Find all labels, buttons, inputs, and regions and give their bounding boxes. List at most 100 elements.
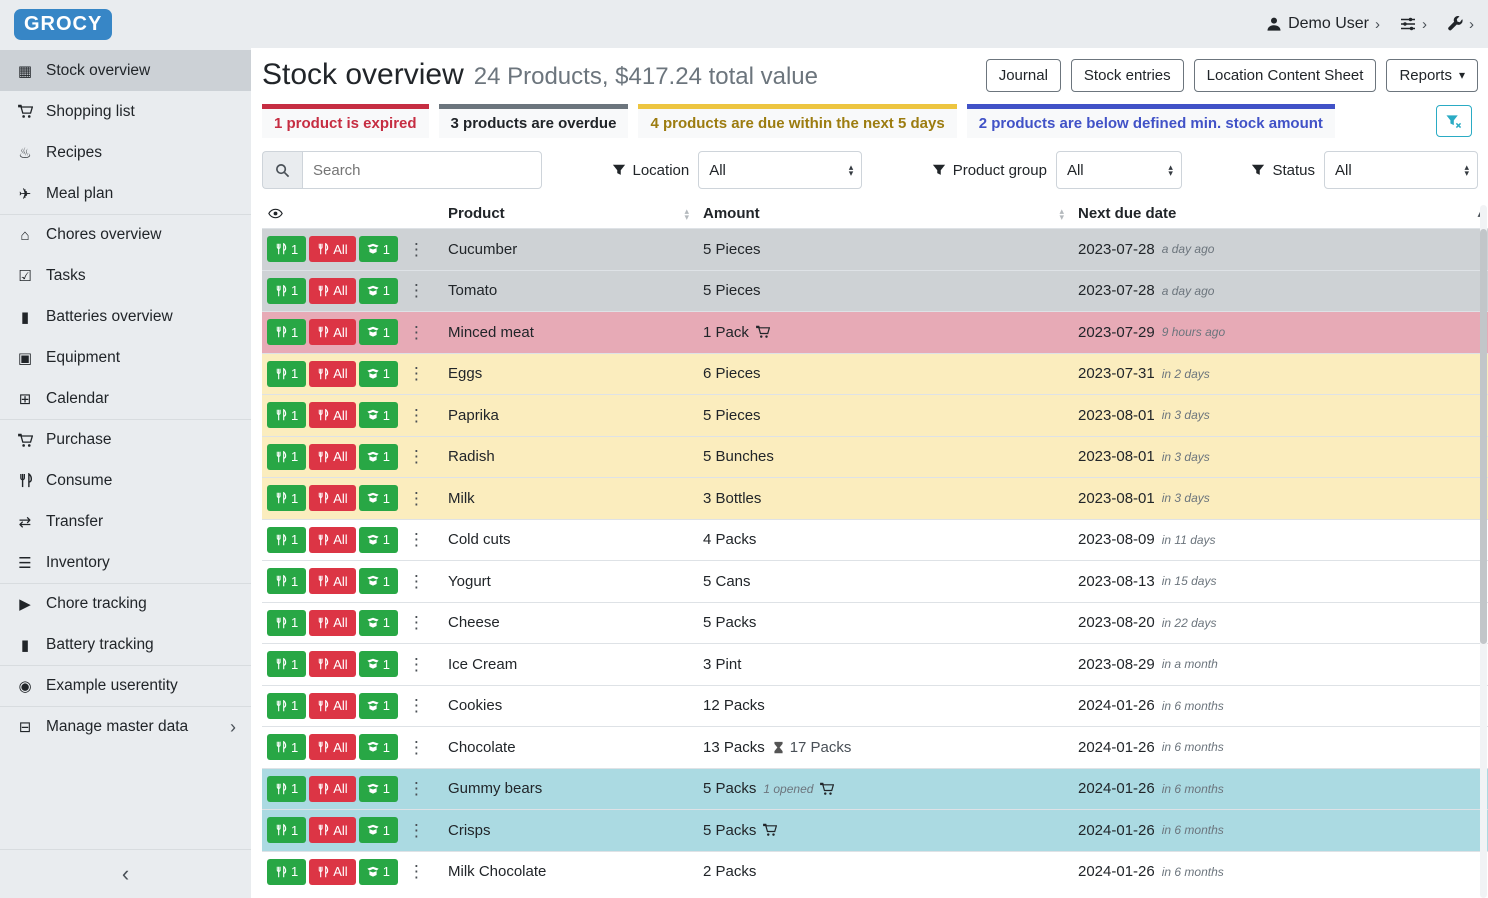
consume-all-button[interactable]: All (309, 361, 355, 387)
row-menu-button[interactable]: ⋮ (401, 407, 432, 424)
row-menu-button[interactable]: ⋮ (401, 822, 432, 839)
consume-all-button[interactable]: All (309, 693, 355, 719)
row-menu-button[interactable]: ⋮ (401, 656, 432, 673)
consume-all-button[interactable]: All (309, 319, 355, 345)
column-visibility-header[interactable] (262, 199, 446, 228)
scrollbar[interactable] (1480, 205, 1487, 898)
clear-filters-button[interactable] (1436, 105, 1472, 137)
column-header-amount[interactable]: Amount ▴▾ (701, 199, 1076, 228)
sidebar-item-consume[interactable]: Consume (0, 460, 251, 501)
row-menu-button[interactable]: ⋮ (401, 241, 432, 258)
open-one-button[interactable]: 1 (359, 859, 398, 885)
open-one-button[interactable]: 1 (359, 236, 398, 262)
open-one-button[interactable]: 1 (359, 651, 398, 677)
sidebar-collapse-button[interactable]: ‹ (0, 849, 251, 898)
row-menu-button[interactable]: ⋮ (401, 780, 432, 797)
open-one-button[interactable]: 1 (359, 568, 398, 594)
consume-one-button[interactable]: 1 (267, 610, 306, 636)
consume-one-button[interactable]: 1 (267, 527, 306, 553)
product-group-select[interactable]: All (1056, 151, 1182, 189)
open-one-button[interactable]: 1 (359, 776, 398, 802)
sidebar-item-recipes[interactable]: ♨ Recipes (0, 132, 251, 173)
row-menu-button[interactable]: ⋮ (401, 863, 432, 880)
open-one-button[interactable]: 1 (359, 278, 398, 304)
status-banner-4-products-are-due[interactable]: 4 products are due within the next 5 day… (638, 104, 956, 138)
consume-all-button[interactable]: All (309, 651, 355, 677)
open-one-button[interactable]: 1 (359, 319, 398, 345)
consume-one-button[interactable]: 1 (267, 693, 306, 719)
consume-all-button[interactable]: All (309, 402, 355, 428)
open-one-button[interactable]: 1 (359, 527, 398, 553)
sidebar-item-tasks[interactable]: ☑ Tasks (0, 255, 251, 296)
sidebar-item-chore-tracking[interactable]: ▶ Chore tracking (0, 583, 251, 624)
consume-all-button[interactable]: All (309, 278, 355, 304)
row-menu-button[interactable]: ⋮ (401, 573, 432, 590)
grocy-logo[interactable]: GROCY (14, 9, 112, 40)
consume-all-button[interactable]: All (309, 444, 355, 470)
sidebar-item-battery-tracking[interactable]: ▮ Battery tracking (0, 624, 251, 665)
row-menu-button[interactable]: ⋮ (401, 490, 432, 507)
row-menu-button[interactable]: ⋮ (401, 739, 432, 756)
open-one-button[interactable]: 1 (359, 402, 398, 428)
sidebar-item-manage-master-data[interactable]: ⊟ Manage master data › (0, 706, 251, 747)
sidebar-item-calendar[interactable]: ⊞ Calendar (0, 378, 251, 419)
consume-all-button[interactable]: All (309, 817, 355, 843)
status-banner-2-products-are-below[interactable]: 2 products are below defined min. stock … (967, 104, 1335, 138)
consume-all-button[interactable]: All (309, 734, 355, 760)
consume-all-button[interactable]: All (309, 527, 355, 553)
open-one-button[interactable]: 1 (359, 817, 398, 843)
sidebar-item-equipment[interactable]: ▣ Equipment (0, 337, 251, 378)
consume-one-button[interactable]: 1 (267, 568, 306, 594)
admin-menu[interactable]: › (1447, 16, 1474, 32)
consume-all-button[interactable]: All (309, 859, 355, 885)
user-menu[interactable]: Demo User › (1266, 15, 1380, 33)
consume-one-button[interactable]: 1 (267, 402, 306, 428)
open-one-button[interactable]: 1 (359, 693, 398, 719)
scrollbar-thumb[interactable] (1480, 229, 1487, 644)
consume-one-button[interactable]: 1 (267, 651, 306, 677)
consume-one-button[interactable]: 1 (267, 776, 306, 802)
open-one-button[interactable]: 1 (359, 485, 398, 511)
sidebar-item-stock-overview[interactable]: ▦ Stock overview (0, 50, 251, 91)
row-menu-button[interactable]: ⋮ (401, 282, 432, 299)
consume-all-button[interactable]: All (309, 610, 355, 636)
sidebar-item-inventory[interactable]: ☰ Inventory (0, 542, 251, 583)
consume-one-button[interactable]: 1 (267, 485, 306, 511)
open-one-button[interactable]: 1 (359, 610, 398, 636)
search-input[interactable] (302, 151, 542, 189)
settings-menu[interactable]: › (1400, 16, 1427, 32)
row-menu-button[interactable]: ⋮ (401, 697, 432, 714)
sidebar-item-meal-plan[interactable]: ✈ Meal plan (0, 173, 251, 214)
row-menu-button[interactable]: ⋮ (401, 614, 432, 631)
status-banner-3-products-are-overdue[interactable]: 3 products are overdue (439, 104, 629, 138)
journal-button[interactable]: Journal (986, 59, 1061, 92)
row-menu-button[interactable]: ⋮ (401, 324, 432, 341)
consume-one-button[interactable]: 1 (267, 859, 306, 885)
open-one-button[interactable]: 1 (359, 444, 398, 470)
location-select[interactable]: All (698, 151, 862, 189)
consume-one-button[interactable]: 1 (267, 361, 306, 387)
consume-all-button[interactable]: All (309, 776, 355, 802)
consume-one-button[interactable]: 1 (267, 817, 306, 843)
location-content-sheet-button[interactable]: Location Content Sheet (1194, 59, 1377, 92)
sidebar-item-example-userentity[interactable]: ◉ Example userentity (0, 665, 251, 706)
reports-button[interactable]: Reports ▾ (1386, 59, 1478, 92)
sidebar-item-chores-overview[interactable]: ⌂ Chores overview (0, 214, 251, 255)
row-menu-button[interactable]: ⋮ (401, 448, 432, 465)
column-header-next-due-date[interactable]: Next due date ▴ (1076, 199, 1488, 228)
status-select[interactable]: All (1324, 151, 1478, 189)
consume-one-button[interactable]: 1 (267, 236, 306, 262)
column-header-product[interactable]: Product ▴▾ (446, 199, 701, 228)
consume-all-button[interactable]: All (309, 485, 355, 511)
open-one-button[interactable]: 1 (359, 734, 398, 760)
row-menu-button[interactable]: ⋮ (401, 365, 432, 382)
sidebar-item-transfer[interactable]: ⇄ Transfer (0, 501, 251, 542)
consume-all-button[interactable]: All (309, 236, 355, 262)
status-banner-1-product-is-expired[interactable]: 1 product is expired (262, 104, 429, 138)
row-menu-button[interactable]: ⋮ (401, 531, 432, 548)
sidebar-item-batteries-overview[interactable]: ▮ Batteries overview (0, 296, 251, 337)
consume-all-button[interactable]: All (309, 568, 355, 594)
sidebar-item-shopping-list[interactable]: Shopping list (0, 91, 251, 132)
consume-one-button[interactable]: 1 (267, 734, 306, 760)
sidebar-item-purchase[interactable]: Purchase (0, 419, 251, 460)
